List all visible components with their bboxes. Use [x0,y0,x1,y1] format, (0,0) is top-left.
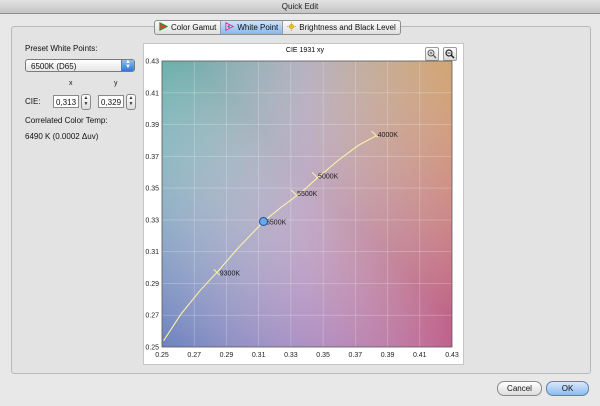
window-titlebar: Quick Edit [0,0,600,14]
cie-x-stepper[interactable]: ▲ ▼ [81,94,91,110]
cie-y-stepper[interactable]: ▲ ▼ [126,94,136,110]
mode-tabs: Color Gamut White Point Brightness and B… [154,20,401,35]
preset-white-point-select[interactable]: 6500K (D65) ▲ ▼ [25,59,135,72]
cancel-label: Cancel [507,384,532,393]
sun-icon [287,22,297,33]
zoom-in-button[interactable] [425,47,439,61]
chart-card [143,43,464,365]
tab-label: Brightness and Black Level [299,23,396,32]
cie-x-input[interactable]: 0,313 [53,95,79,108]
cct-value: 6490 K (0.0002 Δuv) [25,132,99,141]
y-column-header: y [114,80,118,87]
color-gamut-icon [159,22,169,33]
ok-label: OK [561,384,574,393]
cie-label: CIE: [25,97,41,106]
zoom-in-icon [427,49,437,59]
cancel-button[interactable]: Cancel [497,381,542,396]
tab-brightness-black-level[interactable]: Brightness and Black Level [283,21,400,34]
white-point-icon [225,22,235,33]
preset-label: Preset White Points: [25,44,98,53]
white-point-controls: Preset White Points: [25,44,140,53]
tab-white-point[interactable]: White Point [221,21,284,34]
tab-label: White Point [237,23,279,32]
zoom-out-button[interactable] [443,47,457,61]
tab-color-gamut[interactable]: Color Gamut [155,21,222,34]
popup-arrows-icon: ▲ ▼ [121,59,134,71]
preset-value: 6500K (D65) [31,62,77,71]
cct-label: Correlated Color Temp: [25,116,108,125]
tab-label: Color Gamut [171,23,217,32]
ok-button[interactable]: OK [546,381,589,396]
x-column-header: x [69,80,73,87]
cie-y-input[interactable]: 0,329 [98,95,124,108]
window-title: Quick Edit [281,2,319,11]
zoom-out-icon [445,49,455,59]
